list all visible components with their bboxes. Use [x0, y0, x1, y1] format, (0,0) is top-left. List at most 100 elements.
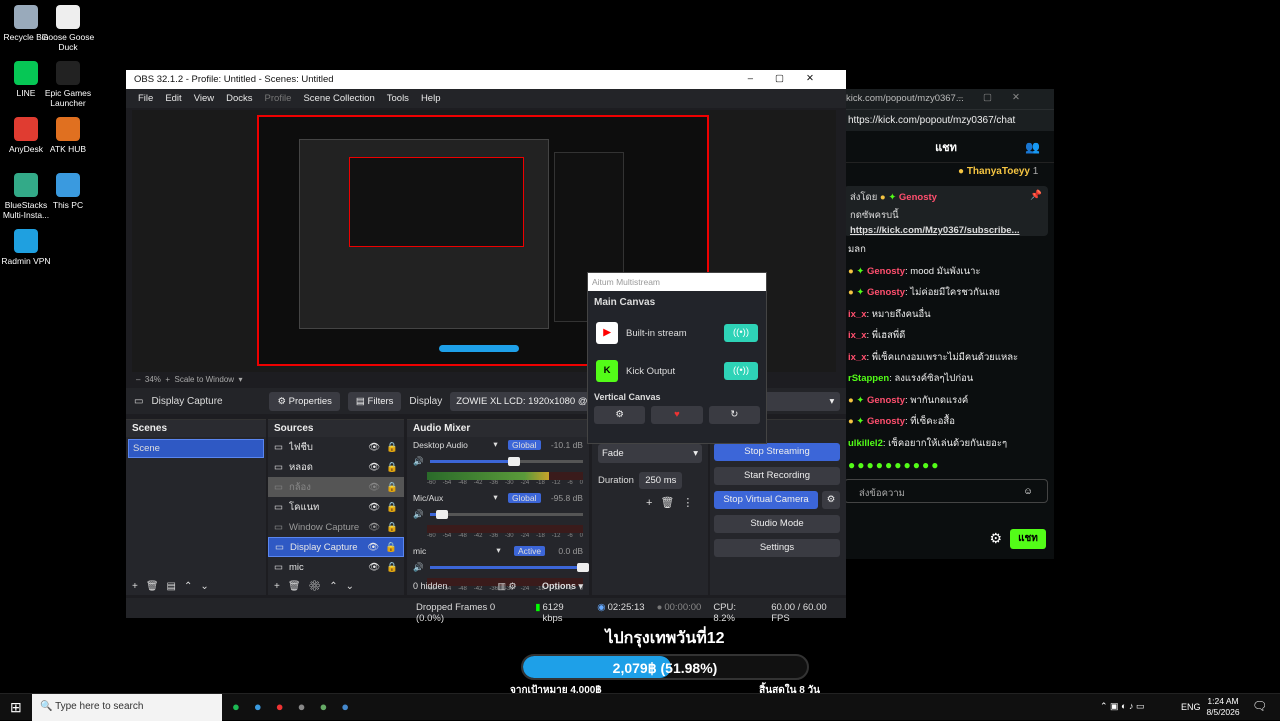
broadcast-toggle-icon[interactable]: ((•)) [724, 324, 758, 342]
volume-handle[interactable] [577, 563, 589, 572]
lock-icon[interactable]: 🔒 [386, 442, 398, 453]
chat-username[interactable]: Genosty [867, 287, 905, 298]
chevron-down-icon[interactable]: ▾ [496, 545, 500, 556]
chat-username[interactable]: ix_x [848, 352, 867, 363]
duration-input[interactable]: 250 ms [639, 472, 683, 489]
source-item[interactable]: ▭ ไฟชีบ 👁 🔒 [268, 437, 404, 457]
lock-icon[interactable]: 🔒 [386, 502, 398, 513]
transition-select[interactable]: Fade ▾ [598, 444, 702, 463]
eye-icon[interactable]: 👁 [368, 462, 380, 473]
chat-username[interactable]: Genosty [867, 395, 905, 406]
gear-icon[interactable]: ⚙ [594, 406, 646, 424]
volume-slider[interactable] [429, 457, 583, 466]
source-item[interactable]: ▭ Window Capture 👁 🔒 [268, 517, 404, 537]
menu-item[interactable]: View [188, 89, 220, 108]
chat-username[interactable]: Genosty [867, 266, 905, 277]
desktop-icon[interactable]: This PC [40, 173, 96, 210]
desktop-icon[interactable]: ATK HUB [40, 117, 96, 154]
transition-controls[interactable]: +🗑⋮ [646, 496, 708, 509]
source-item[interactable]: ▭ โคแนท 👁 🔒 [268, 497, 404, 517]
chevron-down-icon[interactable]: ▾ [493, 439, 497, 450]
notification-icon[interactable]: 🗨 [1252, 699, 1267, 713]
settings-button[interactable]: Settings [714, 539, 840, 557]
desktop-icon[interactable]: Epic Games Launcher [40, 61, 96, 108]
eye-icon[interactable]: 👁 [368, 442, 380, 453]
menu-item[interactable]: Scene Collection [297, 89, 380, 108]
start-recording-button[interactable]: Start Recording [714, 467, 840, 485]
users-icon[interactable]: 👥 [1025, 140, 1040, 154]
chat-username[interactable]: rStappen [848, 373, 889, 384]
lock-icon[interactable]: 🔒 [386, 562, 398, 573]
source-item[interactable]: ▭ หลอด 👁 🔒 [268, 457, 404, 477]
studio-mode-button[interactable]: Studio Mode [714, 515, 840, 533]
source-item[interactable]: ▭ mic 👁 🔒 [268, 557, 404, 577]
source-item[interactable]: ▭ กล้อง 👁 🔒 [268, 477, 404, 497]
volume-slider[interactable] [429, 563, 589, 572]
kick-chat-tab[interactable]: แชท 👥 [838, 131, 1054, 163]
app-icon [14, 173, 38, 197]
pinned-apps[interactable]: ●●●●●● [232, 699, 363, 714]
menu-item[interactable]: File [132, 89, 159, 108]
eye-icon[interactable]: 👁 [368, 502, 380, 513]
lock-icon[interactable]: 🔒 [386, 462, 398, 473]
language-indicator[interactable]: ENG [1181, 702, 1201, 712]
lock-icon[interactable]: 🔒 [385, 542, 397, 553]
menu-item[interactable]: Help [415, 89, 447, 108]
heart-icon[interactable]: ♥ [651, 406, 703, 424]
speaker-icon[interactable]: 🔊 [413, 509, 424, 520]
scene-controls[interactable]: +🗑▤⌃⌄ [132, 581, 217, 592]
filters-button[interactable]: ▤ Filters [347, 391, 402, 411]
lock-icon[interactable]: 🔒 [386, 522, 398, 533]
chat-username[interactable]: Genosty [867, 416, 905, 427]
eye-icon[interactable]: 👁 [367, 542, 379, 553]
eye-icon[interactable]: 👁 [368, 482, 380, 493]
search-box[interactable]: 🔍 Type here to search [32, 694, 222, 721]
windows-start-icon[interactable]: ⊞ [10, 699, 22, 716]
chat-input[interactable]: ส่งข้อความ ☺ [844, 479, 1048, 503]
eye-icon[interactable]: 👁 [368, 562, 380, 573]
eye-icon[interactable]: 👁 [368, 522, 380, 533]
volume-handle[interactable] [435, 510, 448, 519]
desktop-icon[interactable]: Goose Goose Duck [40, 5, 96, 52]
gear-icon[interactable]: ⚙ [989, 530, 1002, 547]
speaker-icon[interactable]: 🔊 [413, 562, 424, 573]
pin-icon[interactable]: 📌 [1030, 190, 1042, 201]
source-item[interactable]: ▭ Display Capture 👁 🔒 [268, 537, 404, 557]
menu-item[interactable]: Tools [381, 89, 415, 108]
chat-username[interactable]: ix_x [848, 330, 867, 341]
properties-button[interactable]: ⚙ Properties [269, 391, 340, 411]
chevron-down-icon[interactable]: ▾ [493, 492, 497, 503]
broadcast-toggle-icon[interactable]: ((•)) [724, 362, 758, 380]
emoji-icon[interactable]: ☺ [1023, 486, 1033, 497]
stop-streaming-button[interactable]: Stop Streaming [714, 443, 840, 461]
source-controls[interactable]: +🗑⚙⌃⌄ [274, 581, 362, 592]
update-icon[interactable]: ↻ [708, 406, 760, 424]
speaker-icon[interactable]: 🔊 [413, 456, 424, 467]
window-controls-icon[interactable]: –▢✕ [748, 73, 836, 84]
menu-item[interactable]: Edit [159, 89, 187, 108]
mixer-layout-icon[interactable]: ▥ ⚙ [498, 581, 517, 591]
pinned-message[interactable]: ส่งโดย ● ✦ Genosty 📌 กดซัพครบนี้ https://… [844, 186, 1048, 236]
lock-icon[interactable]: 🔒 [386, 482, 398, 493]
pinned-link[interactable]: https://kick.com/Mzy0367/subscribe... [850, 225, 1042, 236]
kick-url-bar[interactable]: https://kick.com/popout/mzy0367/chat [838, 109, 1054, 131]
scene-item[interactable]: Scene [128, 439, 264, 458]
send-button[interactable]: แชท [1010, 529, 1046, 549]
volume-slider[interactable] [429, 510, 583, 519]
emote-bar[interactable]: ●●●●●●●●●● [838, 454, 1054, 476]
stop-virtual-camera-button[interactable]: Stop Virtual Camera [714, 491, 818, 509]
chat-username[interactable]: ix_x [848, 309, 867, 320]
meter-tick: -36 [489, 480, 499, 486]
tray-icons[interactable]: ⌃ ▣ ◐ ♪ ▭ [1100, 701, 1145, 712]
volume-handle[interactable] [507, 457, 520, 466]
window-controls-icon[interactable]: –▢✕ [958, 92, 1040, 103]
gear-icon[interactable]: ⚙ [822, 491, 840, 509]
chat-username[interactable]: ulkillel2 [848, 438, 883, 449]
cpu-usage: CPU: 8.2% [713, 602, 737, 624]
menu-item[interactable]: Docks [220, 89, 258, 108]
clock[interactable]: 1:24 AM 8/5/2026 [1203, 696, 1243, 718]
menu-item[interactable]: Profile [259, 89, 298, 108]
desktop-icon[interactable]: Radmin VPN [0, 229, 54, 266]
zoom-bar[interactable]: – 34% + Scale to Window ▾ [136, 375, 243, 384]
mixer-options[interactable]: Options ▾ [542, 581, 583, 592]
